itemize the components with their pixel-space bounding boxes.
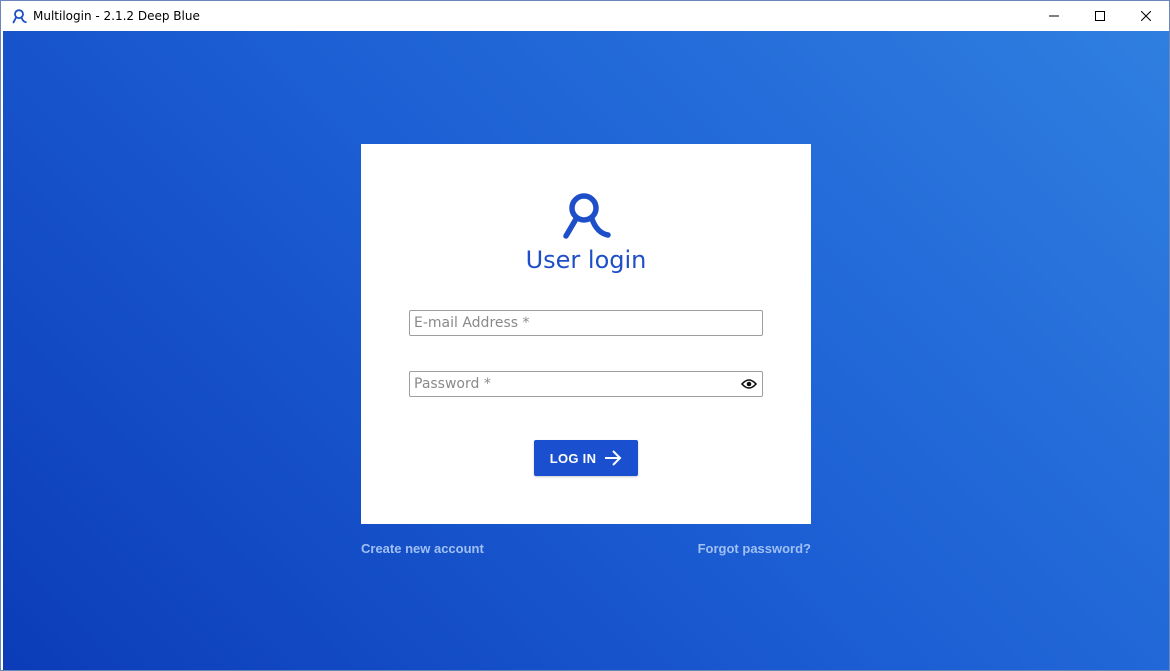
login-button[interactable]: LOG IN <box>534 440 638 476</box>
maximize-icon <box>1095 11 1105 21</box>
password-input[interactable] <box>410 372 762 396</box>
forgot-password-link[interactable]: Forgot password? <box>698 541 811 556</box>
close-button[interactable] <box>1123 1 1169 31</box>
email-input[interactable] <box>410 311 762 335</box>
title-bar[interactable]: Multilogin - 2.1.2 Deep Blue <box>1 1 1169 31</box>
minimize-button[interactable] <box>1031 1 1077 31</box>
multilogin-logo-icon <box>10 7 28 25</box>
window-title: Multilogin - 2.1.2 Deep Blue <box>33 9 200 23</box>
login-title: User login <box>525 246 647 274</box>
app-window: Multilogin - 2.1.2 Deep Blue User login … <box>0 0 1170 671</box>
login-button-label: LOG IN <box>549 450 597 466</box>
login-card: User login LOG IN <box>361 144 811 524</box>
close-icon <box>1141 11 1151 21</box>
login-screen: User login LOG IN <box>3 31 1169 670</box>
password-field-container <box>409 371 763 397</box>
arrow-right-icon <box>604 449 622 467</box>
minimize-icon <box>1049 15 1059 17</box>
eye-icon[interactable] <box>740 376 758 392</box>
multilogin-logo-icon <box>560 189 612 241</box>
window-controls <box>1031 1 1169 31</box>
create-account-link[interactable]: Create new account <box>361 541 484 556</box>
maximize-button[interactable] <box>1077 1 1123 31</box>
email-field-container <box>409 310 763 336</box>
